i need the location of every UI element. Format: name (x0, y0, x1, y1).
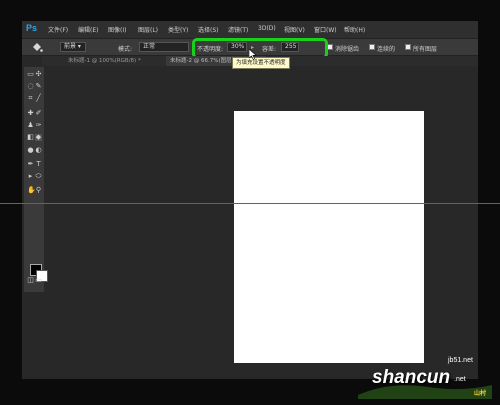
horizontal-guide-line (0, 203, 500, 204)
fill-source-value: 前景 (64, 43, 77, 50)
opacity-tooltip: 为填充设置不透明度 (232, 57, 290, 69)
hand-tool-icon[interactable]: ✋ (27, 187, 36, 194)
mouse-cursor-icon (249, 49, 257, 60)
all-layers-label: 所有图层 (413, 46, 438, 53)
clone-stamp-tool-icon[interactable]: ♟ (27, 122, 34, 129)
menu-type[interactable]: 类型(Y) (168, 25, 188, 34)
menu-help[interactable]: 帮助(H) (344, 25, 365, 34)
quick-mask-icon[interactable]: ◫ (27, 277, 34, 284)
healing-brush-tool-icon[interactable]: ✚ (27, 110, 34, 117)
menu-bar: Ps 文件(F) 编辑(E) 图像(I) 图层(L) 类型(Y) 选择(S) 滤… (22, 21, 478, 38)
eyedropper-tool-icon[interactable]: ╱ (35, 95, 42, 102)
watermark: jb51.net shancun .net 山村 (350, 355, 500, 401)
menu-filter[interactable]: 滤镜(T) (228, 25, 248, 34)
dodge-tool-icon[interactable]: ◐ (35, 147, 42, 154)
crop-tool-icon[interactable]: ⌗ (27, 95, 34, 102)
quick-select-tool-icon[interactable]: ✎ (35, 83, 42, 90)
menu-view[interactable]: 视图(V) (284, 25, 305, 34)
shape-tool-icon[interactable]: ⬭ (35, 173, 42, 180)
brush-tool-icon[interactable]: ✐ (35, 110, 42, 117)
zoom-tool-icon[interactable]: ⚲ (35, 187, 42, 194)
type-tool-icon[interactable]: T (35, 161, 42, 168)
menu-select[interactable]: 选择(S) (198, 25, 219, 34)
watermark-brand: shancun (372, 367, 451, 388)
lasso-tool-icon[interactable]: ◌ (27, 83, 34, 90)
menu-image[interactable]: 图像(I) (108, 25, 126, 34)
watermark-suffix: .net (454, 376, 466, 383)
path-selection-tool-icon[interactable]: ▸ (27, 173, 34, 180)
paint-bucket-tool-icon[interactable]: ◆ (35, 134, 42, 141)
menu-edit[interactable]: 编辑(E) (78, 25, 98, 34)
document-tab-1[interactable]: 未标题-1 @ 100%(RGB/8) * (64, 56, 162, 66)
mode-label: 模式: (118, 46, 133, 53)
history-brush-tool-icon[interactable]: ✑ (35, 122, 42, 129)
paint-bucket-icon[interactable] (31, 42, 43, 53)
pen-tool-icon[interactable]: ✒ (27, 161, 34, 168)
watermark-domain: jb51.net (448, 357, 473, 364)
eraser-tool-icon[interactable]: ◧ (27, 134, 34, 141)
photoshop-window: Ps 文件(F) 编辑(E) 图像(I) 图层(L) 类型(Y) 选择(S) 滤… (22, 21, 478, 379)
document-canvas[interactable] (234, 111, 424, 363)
contiguous-checkbox[interactable] (369, 44, 375, 50)
antialias-label: 消除锯齿 (335, 46, 360, 53)
contiguous-label: 连续的 (377, 46, 396, 53)
move-tool-icon[interactable]: ✣ (35, 71, 42, 78)
watermark-tag: 山村 (474, 390, 487, 397)
menu-window[interactable]: 窗口(W) (314, 25, 337, 34)
mode-value: 正常 (143, 43, 156, 50)
tools-panel: ▭ ✣ ◌ ✎ ⌗ ╱ ✚ ✐ ♟ ✑ ◧ ◆ ● ◐ ✒ T ▸ ⬭ ✋ ⚲ … (24, 67, 48, 292)
menu-3d[interactable]: 3D(D) (258, 25, 276, 32)
fill-source-select[interactable]: 前景 ▾ (60, 42, 86, 52)
screen-mode-icon[interactable]: ▭ (35, 277, 42, 284)
menu-layer[interactable]: 图层(L) (138, 25, 158, 34)
marquee-tool-icon[interactable]: ▭ (27, 71, 34, 78)
all-layers-checkbox[interactable] (405, 44, 411, 50)
blur-tool-icon[interactable]: ● (27, 147, 34, 154)
mode-select[interactable]: 正常 (139, 42, 189, 52)
app-logo: Ps (26, 23, 38, 33)
menu-file[interactable]: 文件(F) (48, 25, 68, 34)
